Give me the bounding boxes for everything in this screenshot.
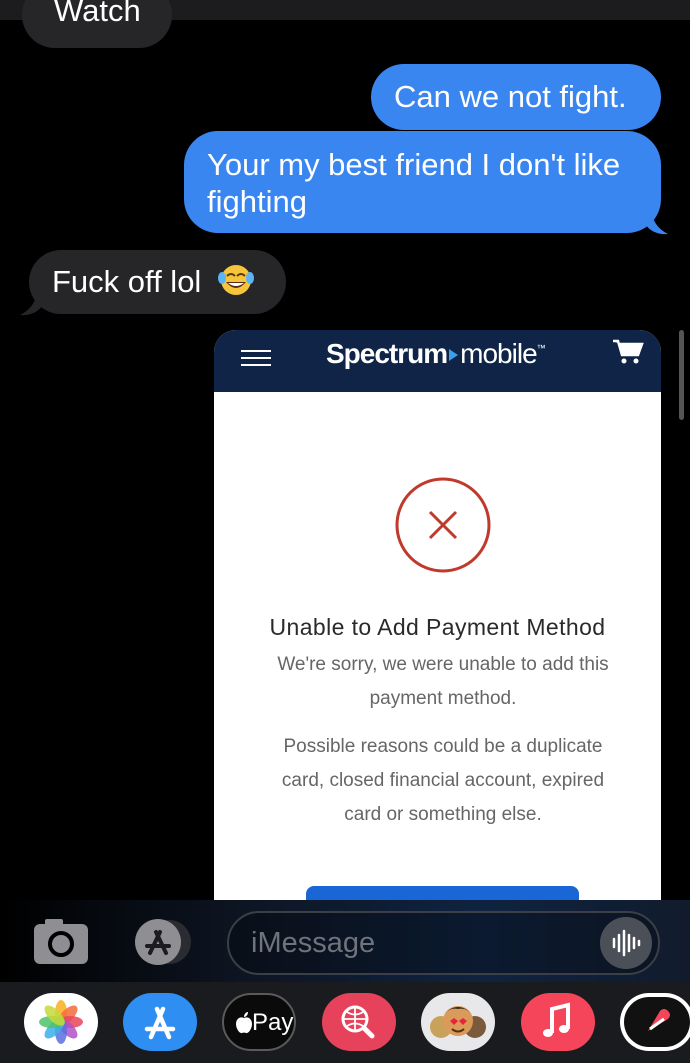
message-text: Watch: [54, 0, 141, 28]
photos-icon: [39, 1000, 83, 1044]
incoming-message-bubble[interactable]: Fuck off lol: [29, 250, 286, 314]
memoji-icon: [430, 1006, 486, 1038]
outgoing-message-bubble[interactable]: Your my best friend I don't like fightin…: [184, 131, 661, 233]
error-title: Unable to Add Payment Method: [269, 614, 606, 640]
apple-pay-label: Pay: [252, 1009, 294, 1036]
audio-message-icon[interactable]: [600, 917, 652, 969]
message-text: Fuck off lol: [52, 264, 202, 299]
error-x-icon: [395, 477, 491, 573]
outgoing-message-bubble[interactable]: Can we not fight.: [371, 64, 661, 130]
spectrum-header: Spectrum mobile™: [214, 330, 661, 392]
message-input-placeholder: iMessage: [251, 927, 376, 959]
globe-search-icon: [341, 1005, 375, 1039]
digital-touch-icon: [624, 997, 690, 1047]
menu-icon: [241, 350, 271, 368]
message-text: Your my best friend I don't like fightin…: [207, 147, 621, 219]
digital-touch-app-button[interactable]: [620, 993, 690, 1051]
images-search-app-button[interactable]: [322, 993, 396, 1051]
apple-pay-app-button[interactable]: Pay: [222, 993, 296, 1051]
spectrum-mobile-logo: Spectrum mobile™: [326, 338, 546, 369]
message-text: Can we not fight.: [394, 79, 627, 114]
music-app-button[interactable]: [521, 993, 595, 1051]
scroll-indicator: [679, 330, 684, 420]
apple-logo-icon: [236, 1012, 252, 1034]
bubble-tail-icon: [646, 207, 668, 235]
music-note-icon: [543, 1002, 570, 1037]
app-store-icon[interactable]: [128, 918, 194, 966]
bubble-tail-icon: [20, 290, 42, 316]
error-message: We're sorry, we were unable to add this …: [277, 654, 609, 709]
cart-icon: [613, 339, 644, 364]
memoji-stickers-app-button[interactable]: [421, 993, 495, 1051]
message-input[interactable]: iMessage: [227, 911, 660, 975]
app-store-icon: [144, 1006, 176, 1040]
camera-icon[interactable]: [33, 918, 89, 964]
error-reasons: Possible reasons could be a duplicate ca…: [281, 736, 605, 825]
photos-app-button[interactable]: [24, 993, 98, 1051]
tears-of-joy-emoji-icon: [217, 265, 254, 295]
shared-screenshot-image[interactable]: Spectrum mobile™ Unable to Add Payment Me…: [214, 330, 661, 930]
incoming-message-bubble[interactable]: Watch: [22, 0, 172, 48]
app-store-app-button[interactable]: [123, 993, 197, 1051]
